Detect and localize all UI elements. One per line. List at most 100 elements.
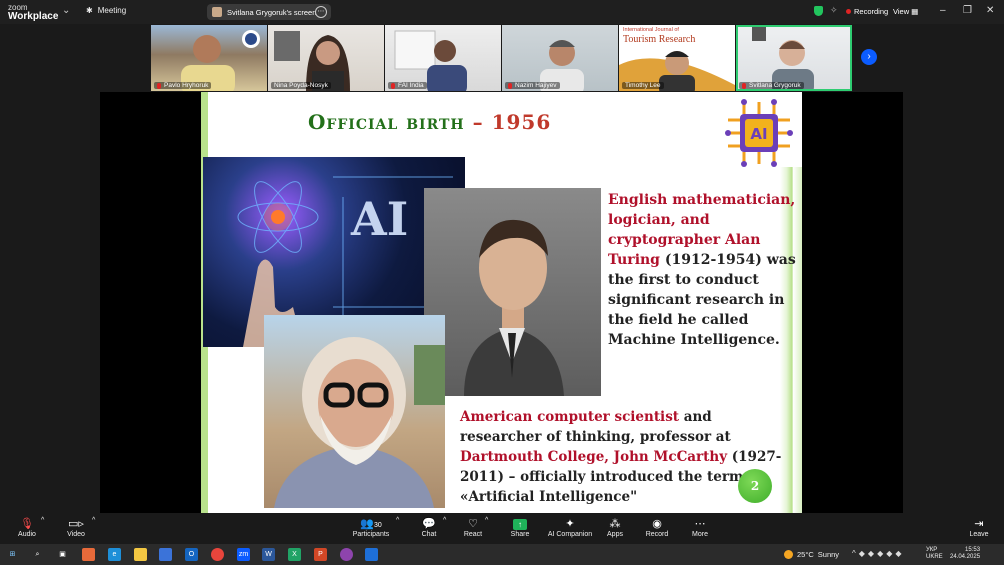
mic-muted-icon	[508, 82, 512, 89]
chat-button[interactable]: 💬 Chat	[417, 517, 441, 538]
portrait-illustration	[274, 337, 445, 508]
turing-description: English mathematician, logician, and cry…	[608, 192, 796, 348]
more-button[interactable]: ⋯ More	[688, 517, 712, 538]
portrait-illustration	[464, 219, 564, 396]
journal-banner-line1: International Journal of	[623, 27, 679, 33]
tray-wifi-icon: ◆	[877, 549, 887, 558]
audio-options-caret[interactable]: ^	[41, 517, 44, 524]
slide-page-number: 2	[738, 469, 772, 503]
participants-button[interactable]: 👥30 Participants	[352, 517, 390, 538]
app-icon[interactable]	[365, 548, 378, 561]
store-icon[interactable]	[159, 548, 172, 561]
grid-icon: ▦	[911, 7, 919, 16]
audio-button[interactable]: 🎙 Audio	[16, 517, 38, 538]
tray-bluetooth-icon: ◆	[867, 549, 878, 558]
keyboard-language[interactable]: УКР UKRE	[926, 547, 943, 561]
powerpoint-icon[interactable]: P	[314, 548, 327, 561]
chrome-icon[interactable]	[211, 548, 224, 561]
sun-icon	[784, 550, 793, 559]
participants-options-caret[interactable]: ^	[396, 517, 399, 524]
more-dots-icon: ⋯	[694, 518, 706, 530]
zoom-taskbar-icon[interactable]: zm	[237, 548, 250, 561]
participant-tile[interactable]: International Journal of Tourism Researc…	[619, 25, 735, 91]
mic-muted-icon: 🎙	[20, 518, 34, 530]
record-button[interactable]: ◉ Record	[644, 517, 670, 538]
ai-companion-sparkle-icon: ✦	[565, 518, 575, 530]
system-tray[interactable]: ^◆◆◆◆◆	[852, 549, 905, 558]
recording-indicator[interactable]: Recording	[846, 7, 888, 16]
participant-strip: Pavlo Hryhoruk Nina Poyda-Nosyk FAI Indi…	[151, 25, 852, 91]
mic-muted-icon	[391, 82, 395, 89]
search-icon[interactable]: ⌕	[31, 548, 44, 561]
record-dot-icon	[846, 9, 851, 14]
slide-title: Official birth – 1956	[308, 110, 552, 134]
participant-tile[interactable]: Nazim Hajiyev	[502, 25, 618, 91]
meeting-menu[interactable]: ✱ Meeting	[86, 6, 126, 15]
chevron-right-icon: ›	[867, 51, 871, 62]
presentation-slide: Official birth – 1956 AI AI English math…	[201, 92, 802, 513]
participants-icon: 👥	[360, 518, 374, 530]
alan-turing-photo	[424, 188, 601, 396]
next-page-button[interactable]: ›	[861, 49, 877, 65]
windows-start-icon[interactable]: ⊞	[6, 548, 19, 561]
ai-companion-button[interactable]: ✦ AI Companion	[547, 517, 593, 538]
windows-taskbar: ⊞ ⌕ ▣ e O zm W X P 25°C Sunny ^◆◆◆◆◆ УКР…	[0, 544, 1004, 565]
minimize-icon[interactable]: –	[940, 5, 946, 16]
word-icon[interactable]: W	[262, 548, 275, 561]
chevron-down-icon[interactable]: ⌄	[62, 5, 70, 16]
john-mccarthy-photo	[264, 315, 445, 508]
leave-button[interactable]: ⇥ Leave	[966, 517, 992, 538]
video-button[interactable]: ▭▹ Video	[64, 517, 88, 538]
system-clock[interactable]: 15:53 24.04.2025	[950, 547, 980, 561]
video-camera-icon: ▭▹	[68, 518, 84, 530]
share-screen-icon: ↑	[513, 519, 527, 530]
security-shield-icon[interactable]	[814, 6, 823, 16]
tray-battery-icon: ◆	[895, 549, 905, 558]
viber-icon[interactable]	[340, 548, 353, 561]
participant-name-label: Svitlana Grygoruk	[739, 82, 804, 89]
participant-name-label: FAI India	[388, 82, 427, 89]
edge-browser-icon[interactable]: e	[108, 548, 121, 561]
apps-icon: ⁂	[609, 518, 621, 530]
share-button[interactable]: ↑ Share	[508, 517, 532, 538]
more-options-icon[interactable]: ⋯	[315, 6, 327, 18]
participant-tile-active[interactable]: Svitlana Grygoruk	[736, 25, 852, 91]
ai-sparkle-icon[interactable]: ✧	[830, 5, 838, 16]
participant-tile[interactable]: Nina Poyda-Nosyk	[268, 25, 384, 91]
heart-react-icon: ♡	[468, 518, 478, 530]
react-options-caret[interactable]: ^	[485, 517, 488, 524]
chat-options-caret[interactable]: ^	[443, 517, 446, 524]
svg-text:AI: AI	[750, 125, 767, 143]
chevron-up-icon: ^	[852, 549, 859, 558]
copilot-icon[interactable]	[82, 548, 95, 561]
meeting-icon: ✱	[86, 6, 93, 15]
ai-chip-icon: AI	[725, 99, 793, 167]
outlook-icon[interactable]: O	[185, 548, 198, 561]
participant-tile[interactable]: FAI India	[385, 25, 501, 91]
restore-icon[interactable]: ❐	[963, 5, 972, 16]
mic-muted-icon	[157, 82, 161, 89]
apps-button[interactable]: ⁂ Apps	[603, 517, 627, 538]
react-button[interactable]: ♡ React	[461, 517, 485, 538]
mic-muted-icon	[742, 82, 746, 89]
tray-mic-icon: ◆	[858, 549, 868, 558]
participant-name-label: Nazim Hajiyev	[505, 82, 560, 89]
journal-banner-line2: Tourism Research	[623, 34, 696, 45]
excel-icon[interactable]: X	[288, 548, 301, 561]
screen-share-pill[interactable]: Svitlana Grygoruk's screen ⋯	[207, 4, 331, 20]
view-button[interactable]: View ▦	[893, 7, 918, 16]
participant-tile[interactable]: Pavlo Hryhoruk	[151, 25, 267, 91]
participant-name-label: Nina Poyda-Nosyk	[271, 82, 331, 89]
close-icon[interactable]: ✕	[986, 5, 994, 16]
weather-widget[interactable]: 25°C Sunny	[784, 550, 839, 559]
chat-bubble-icon: 💬	[422, 518, 436, 530]
file-explorer-icon[interactable]	[134, 548, 147, 561]
title-bar: zoom Workplace ⌄ ✱ Meeting Svitlana Gryg…	[0, 0, 1004, 24]
video-options-caret[interactable]: ^	[92, 517, 95, 524]
participant-name-label: Pavlo Hryhoruk	[154, 82, 212, 89]
zoom-logo: zoom Workplace	[8, 3, 59, 22]
task-view-icon[interactable]: ▣	[56, 548, 69, 561]
meeting-toolbar: 🎙 Audio ^ ▭▹ Video ^ 👥30 Participants ^ …	[0, 514, 1004, 544]
ai-image-text: AI	[351, 192, 409, 246]
leave-icon: ⇥	[974, 518, 984, 530]
